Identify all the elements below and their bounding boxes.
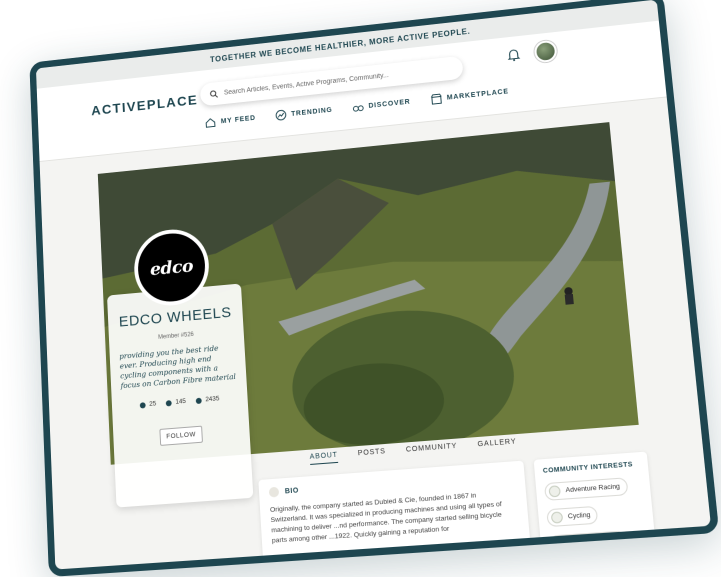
nav-label: MY FEED bbox=[221, 114, 256, 124]
binoculars-icon bbox=[352, 101, 364, 114]
adventure-icon bbox=[548, 485, 560, 497]
nav-label: TRENDING bbox=[291, 106, 333, 117]
nav-my-feed[interactable]: MY FEED bbox=[204, 112, 256, 129]
interest-adventure-racing[interactable]: Adventure Racing bbox=[544, 477, 628, 501]
tagline: providing you the best ride ever. Produc… bbox=[119, 342, 237, 391]
tab-about[interactable]: ABOUT bbox=[310, 452, 339, 465]
interests-title: COMMUNITY INTERESTS bbox=[543, 461, 640, 475]
bio-text: Originally, the company started as Dubie… bbox=[270, 488, 519, 546]
tab-gallery[interactable]: GALLERY bbox=[477, 438, 517, 452]
trending-icon bbox=[274, 109, 286, 122]
nav-label: DISCOVER bbox=[368, 98, 410, 109]
nav-label: MARKETPLACE bbox=[447, 88, 510, 101]
interest-mountain-biking[interactable]: Mountain Biking bbox=[549, 530, 628, 553]
search-input[interactable] bbox=[222, 65, 439, 97]
likes-icon bbox=[166, 400, 172, 406]
stat-likes: 145 bbox=[166, 398, 187, 407]
stat-followers: 2435 bbox=[195, 395, 219, 404]
bell-icon[interactable] bbox=[506, 47, 521, 62]
nav-trending[interactable]: TRENDING bbox=[274, 104, 332, 121]
nav-discover[interactable]: DISCOVER bbox=[352, 96, 411, 114]
tab-community[interactable]: COMMUNITY bbox=[406, 443, 458, 458]
logo[interactable]: ACTIVEPLACE bbox=[91, 92, 198, 118]
community-interests: COMMUNITY INTERESTS Adventure Racing Cyc… bbox=[534, 452, 658, 576]
posts-icon bbox=[139, 402, 145, 408]
home-icon bbox=[204, 116, 216, 128]
profile-card: edco EDCO WHEELS Member #526 providing y… bbox=[107, 283, 253, 507]
tab-posts[interactable]: POSTS bbox=[358, 448, 387, 461]
stats-row: 25 145 2435 bbox=[112, 393, 248, 411]
search-icon bbox=[210, 89, 219, 98]
info-icon bbox=[269, 487, 280, 498]
nav-marketplace[interactable]: MARKETPLACE bbox=[430, 85, 510, 105]
brand-name: EDCO WHEELS bbox=[108, 303, 243, 331]
app-window: TOGETHER WE BECOME HEALTHIER, MORE ACTIV… bbox=[29, 0, 719, 577]
follow-button[interactable]: FOLLOW bbox=[159, 426, 203, 446]
bicycle-icon bbox=[551, 511, 564, 523]
mountain-icon bbox=[553, 538, 566, 550]
bio-panel: BIO Originally, the company started as D… bbox=[258, 461, 533, 577]
avatar[interactable] bbox=[534, 40, 558, 63]
followers-icon bbox=[195, 397, 201, 403]
interest-cycling[interactable]: Cycling bbox=[546, 506, 598, 527]
store-icon bbox=[430, 93, 443, 106]
stat-posts: 25 bbox=[139, 400, 156, 408]
